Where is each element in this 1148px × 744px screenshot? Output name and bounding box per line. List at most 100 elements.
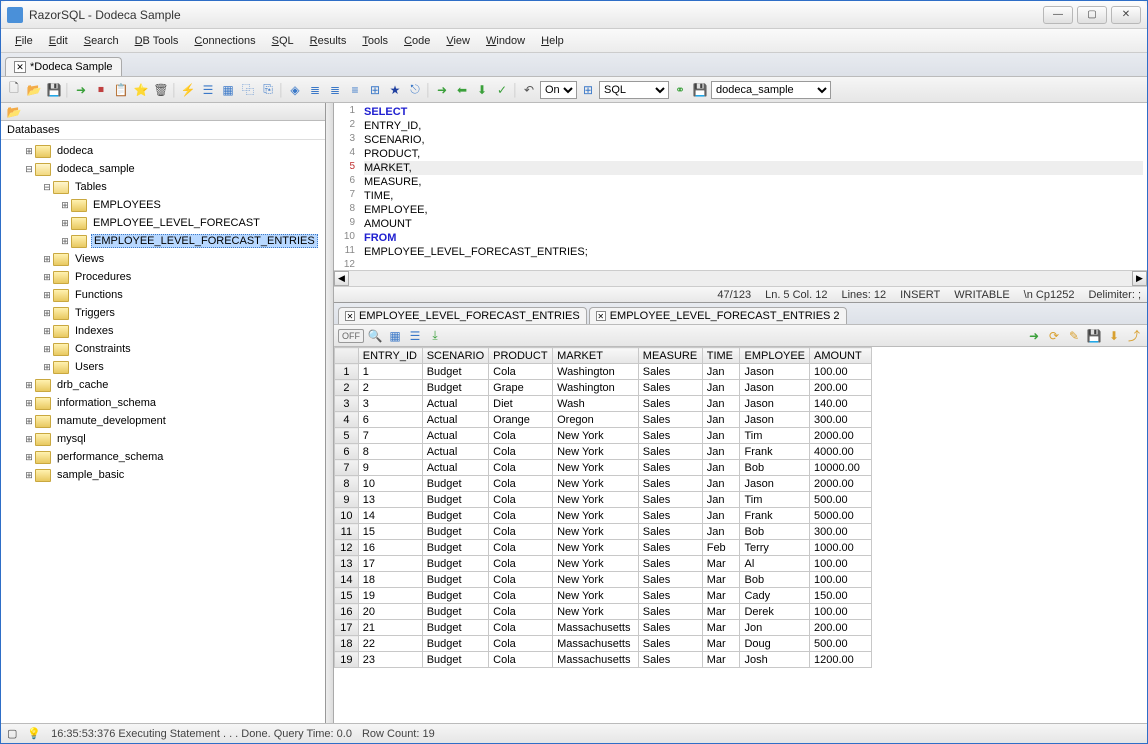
- tree-item-drb_cache[interactable]: ⊞drb_cache: [1, 376, 325, 394]
- run-forward-icon[interactable]: ➜: [433, 81, 451, 99]
- cell[interactable]: Jason: [740, 476, 810, 492]
- cell[interactable]: New York: [553, 460, 639, 476]
- cell[interactable]: Budget: [422, 636, 488, 652]
- cell[interactable]: Sales: [638, 588, 702, 604]
- cell[interactable]: Cola: [489, 428, 553, 444]
- expander-icon[interactable]: ⊞: [23, 146, 35, 157]
- cell[interactable]: Budget: [422, 588, 488, 604]
- expander-icon[interactable]: ⊞: [23, 452, 35, 463]
- cell[interactable]: Budget: [422, 508, 488, 524]
- cell[interactable]: 1: [358, 364, 422, 380]
- cell[interactable]: Cola: [489, 460, 553, 476]
- cell[interactable]: Sales: [638, 524, 702, 540]
- disconnect-icon[interactable]: ⏹: [92, 81, 110, 99]
- cell[interactable]: 8: [358, 444, 422, 460]
- cell[interactable]: Sales: [638, 460, 702, 476]
- cell[interactable]: Jon: [740, 620, 810, 636]
- cell[interactable]: 9: [358, 460, 422, 476]
- cell[interactable]: Budget: [422, 524, 488, 540]
- cell[interactable]: 4000.00: [810, 444, 872, 460]
- cell[interactable]: Budget: [422, 492, 488, 508]
- menu-results[interactable]: Results: [302, 32, 355, 50]
- tree-item-sample_basic[interactable]: ⊞sample_basic: [1, 466, 325, 484]
- menu-search[interactable]: Search: [76, 32, 127, 50]
- cell[interactable]: Mar: [702, 588, 740, 604]
- find-icon[interactable]: 🔍: [366, 327, 384, 345]
- lightning-icon[interactable]: ⚡: [179, 81, 197, 99]
- expander-icon[interactable]: ⊟: [41, 182, 53, 193]
- link-icon[interactable]: ⚭: [671, 81, 689, 99]
- indent-right-icon[interactable]: ≣: [326, 81, 344, 99]
- refresh-icon[interactable]: ⎋: [406, 81, 424, 99]
- run-back-icon[interactable]: ⬅: [453, 81, 471, 99]
- menu-file[interactable]: File: [7, 32, 41, 50]
- off-toggle[interactable]: OFF: [338, 329, 364, 343]
- table-row[interactable]: 33ActualDietWashSalesJanJason140.00: [335, 396, 1147, 412]
- cell[interactable]: 6: [358, 412, 422, 428]
- table-row[interactable]: 1822BudgetColaMassachusettsSalesMarDoug5…: [335, 636, 1147, 652]
- table-row[interactable]: 1923BudgetColaMassachusettsSalesMarJosh1…: [335, 652, 1147, 668]
- table-row[interactable]: 1216BudgetColaNew YorkSalesFebTerry1000.…: [335, 540, 1147, 556]
- export-icon[interactable]: ⤴: [1125, 327, 1143, 345]
- cell[interactable]: Cola: [489, 540, 553, 556]
- expander-icon[interactable]: ⊞: [41, 344, 53, 355]
- expander-icon[interactable]: ⊞: [41, 326, 53, 337]
- cell[interactable]: Feb: [702, 540, 740, 556]
- vertical-splitter[interactable]: [326, 103, 334, 723]
- cell[interactable]: Budget: [422, 380, 488, 396]
- reload-icon[interactable]: ⟳: [1045, 327, 1063, 345]
- expander-icon[interactable]: ⊞: [41, 362, 53, 373]
- cell[interactable]: Sales: [638, 572, 702, 588]
- tree-item-mamute_development[interactable]: ⊞mamute_development: [1, 412, 325, 430]
- cell[interactable]: Jan: [702, 460, 740, 476]
- cell[interactable]: Mar: [702, 556, 740, 572]
- cell[interactable]: New York: [553, 492, 639, 508]
- expander-icon[interactable]: ⊞: [59, 236, 71, 247]
- cell[interactable]: Jan: [702, 380, 740, 396]
- minimize-button[interactable]: —: [1043, 6, 1073, 24]
- menu-help[interactable]: Help: [533, 32, 572, 50]
- cell[interactable]: Cola: [489, 492, 553, 508]
- cell[interactable]: Derek: [740, 604, 810, 620]
- cell[interactable]: New York: [553, 444, 639, 460]
- cell[interactable]: Budget: [422, 476, 488, 492]
- table-row[interactable]: 1115BudgetColaNew YorkSalesJanBob300.00: [335, 524, 1147, 540]
- code-area[interactable]: SELECT ENTRY_ID, SCENARIO, PRODUCT, MARK…: [360, 103, 1147, 270]
- cell[interactable]: 100.00: [810, 604, 872, 620]
- tree-item-tables[interactable]: ⊟Tables: [1, 178, 325, 196]
- cell[interactable]: 100.00: [810, 572, 872, 588]
- cell[interactable]: New York: [553, 508, 639, 524]
- tree-item-employees[interactable]: ⊞EMPLOYEES: [1, 196, 325, 214]
- tree-item-triggers[interactable]: ⊞Triggers: [1, 304, 325, 322]
- cell[interactable]: 500.00: [810, 636, 872, 652]
- table-row[interactable]: 1721BudgetColaMassachusettsSalesMarJon20…: [335, 620, 1147, 636]
- cell[interactable]: 140.00: [810, 396, 872, 412]
- cell[interactable]: Jason: [740, 396, 810, 412]
- cell[interactable]: Actual: [422, 460, 488, 476]
- table-row[interactable]: 1620BudgetColaNew YorkSalesMarDerek100.0…: [335, 604, 1147, 620]
- cell[interactable]: Cola: [489, 572, 553, 588]
- cell[interactable]: New York: [553, 572, 639, 588]
- tree-item-employee_level_forecast_entries[interactable]: ⊞EMPLOYEE_LEVEL_FORECAST_ENTRIES: [1, 232, 325, 250]
- col-entry_id[interactable]: ENTRY_ID: [358, 348, 422, 364]
- cell[interactable]: Wash: [553, 396, 639, 412]
- export-csv-icon[interactable]: ⤓: [426, 327, 444, 345]
- cell[interactable]: 2: [358, 380, 422, 396]
- cell[interactable]: 13: [358, 492, 422, 508]
- copy-icon[interactable]: 📋: [112, 81, 130, 99]
- expander-icon[interactable]: ⊞: [23, 398, 35, 409]
- cell[interactable]: 18: [358, 572, 422, 588]
- table-icon[interactable]: ▦: [219, 81, 237, 99]
- undo-icon[interactable]: ↶: [520, 81, 538, 99]
- cell[interactable]: Washington: [553, 380, 639, 396]
- cell[interactable]: 150.00: [810, 588, 872, 604]
- lang-select[interactable]: SQL: [599, 81, 669, 99]
- connect-icon[interactable]: ➜: [72, 81, 90, 99]
- db-select[interactable]: dodeca_sample: [711, 81, 831, 99]
- cell[interactable]: 10: [358, 476, 422, 492]
- expander-icon[interactable]: ⊞: [41, 290, 53, 301]
- cell[interactable]: Jan: [702, 524, 740, 540]
- table-row[interactable]: 913BudgetColaNew YorkSalesJanTim500.00: [335, 492, 1147, 508]
- menu-code[interactable]: Code: [396, 32, 438, 50]
- cell[interactable]: Jason: [740, 380, 810, 396]
